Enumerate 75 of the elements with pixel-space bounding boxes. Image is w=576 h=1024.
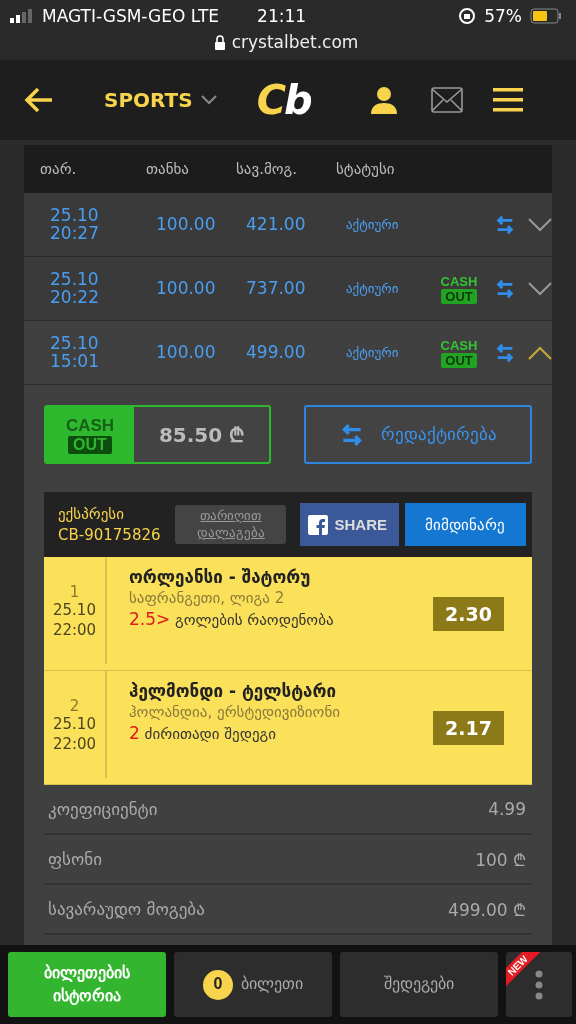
summary-value: 499.00 ₾ (448, 898, 526, 921)
odds-value: 2.17 (433, 710, 504, 745)
cashout-badge: CASH OUT (438, 273, 480, 304)
bet-time: 22:00 (52, 620, 97, 640)
ticket-history-tab[interactable]: ბილეთების ისტორია (8, 952, 166, 1017)
lock-icon (213, 34, 226, 50)
column-header: სავ.მოგ. (236, 160, 299, 178)
bet-number: 1 (69, 583, 80, 601)
bet-row[interactable]: 25.10 20:22 100.00 737.00 აქტიური CASH OUT (24, 257, 552, 321)
expand-chevron-icon[interactable] (528, 281, 552, 296)
swap-arrows-icon[interactable] (339, 421, 365, 448)
bet-row[interactable]: 25.10 20:27 100.00 421.00 აქტიური (24, 193, 552, 257)
summary-label: კოეფიციენტი (48, 799, 158, 819)
expand-chevron-icon[interactable] (528, 217, 552, 232)
swap-arrows-icon[interactable] (494, 341, 516, 364)
summary-value: 4.99 (488, 799, 526, 819)
status-button[interactable]: მიმდინარე (404, 503, 526, 546)
column-header: თარ. (40, 160, 78, 178)
date-cell-text: 25.10 15:01 (50, 334, 100, 371)
stake-cell-text: 100.00 (156, 215, 217, 234)
sort-by-date-button[interactable]: თარიღით დალაგება (175, 504, 287, 545)
cashout-button[interactable]: CASH OUT 85.50 ₾ (44, 405, 271, 464)
bet-date: 25.10 (53, 715, 96, 735)
status-cell-text: აქტიური (346, 217, 400, 232)
market-text: 2.5> გოლების რაოდენობა (129, 609, 335, 629)
status-cell-text: აქტიური (346, 345, 400, 360)
cashout-badge: CASH OUT (438, 337, 480, 368)
date-cell-text: 25.10 20:27 (50, 206, 100, 243)
ticket-tab[interactable]: 0 ბილეთი (174, 952, 332, 1017)
share-button[interactable]: SHARE (300, 503, 399, 546)
match-title: ორლეანსი - შატორუ (129, 567, 312, 587)
league-text: ჰოლანდია, ერსტედივიზიონი (129, 703, 341, 721)
stake-cell-text: 100.00 (156, 279, 217, 298)
signal-icon (10, 9, 34, 23)
logo: Cb (256, 77, 311, 123)
status-cell-text: აქტიური (346, 281, 400, 296)
possible-win-cell-text: 737.00 (246, 279, 307, 298)
back-arrow-icon[interactable] (24, 87, 54, 113)
market-text: 2 ძირითადი შედეგი (129, 723, 278, 743)
facebook-icon (308, 514, 329, 535)
ticket-id-text: ექსპრესი CB-90175826 (58, 504, 162, 545)
mail-icon[interactable] (430, 87, 463, 113)
battery-icon (530, 8, 562, 24)
collapse-chevron-icon[interactable] (528, 345, 552, 360)
bet-date: 25.10 (53, 601, 96, 621)
summary-label: ფსონი (48, 849, 102, 869)
possible-win-cell-text: 499.00 (246, 343, 307, 362)
odds-value: 2.30 (433, 596, 504, 631)
bet-row[interactable]: 25.10 15:01 100.00 499.00 აქტიური CASH OUT (24, 321, 552, 385)
summary-value: 100 ₾ (475, 848, 526, 871)
summary-label: სავარაუდო მოგება (48, 899, 205, 919)
carrier-text: MAGTI-GSM-GEO LTE (42, 6, 220, 26)
swap-arrows-icon[interactable] (494, 213, 516, 236)
rotation-lock-icon (458, 7, 477, 25)
clock-text: 21:11 (257, 6, 307, 26)
more-dots-icon (535, 969, 543, 1000)
bet-time: 22:00 (52, 734, 97, 754)
swap-arrows-icon[interactable] (494, 277, 516, 300)
edit-button[interactable]: რედაქტირება (304, 405, 532, 464)
ticket-count-badge: 0 (203, 969, 233, 1000)
stake-cell-text: 100.00 (156, 343, 217, 362)
possible-win-cell-text: 421.00 (246, 215, 307, 234)
results-tab[interactable]: შედეგები (340, 952, 498, 1017)
date-cell-text: 25.10 20:22 (50, 270, 100, 307)
url-text: crystalbet.com (231, 32, 359, 52)
match-title: ჰელმონდი - ტელსტარი (129, 681, 338, 701)
menu-icon[interactable] (492, 88, 523, 112)
league-text: საფრანგეთი, ლიგა 2 (129, 589, 286, 607)
column-header: სტატუსი (336, 160, 396, 178)
battery-percent-text: 57% (484, 6, 522, 26)
chevron-down-icon (200, 95, 217, 105)
sports-dropdown[interactable]: SPORTS (104, 88, 217, 112)
user-icon[interactable] (368, 86, 399, 114)
column-header: თანხა (146, 160, 190, 178)
bet-number: 2 (69, 697, 80, 715)
